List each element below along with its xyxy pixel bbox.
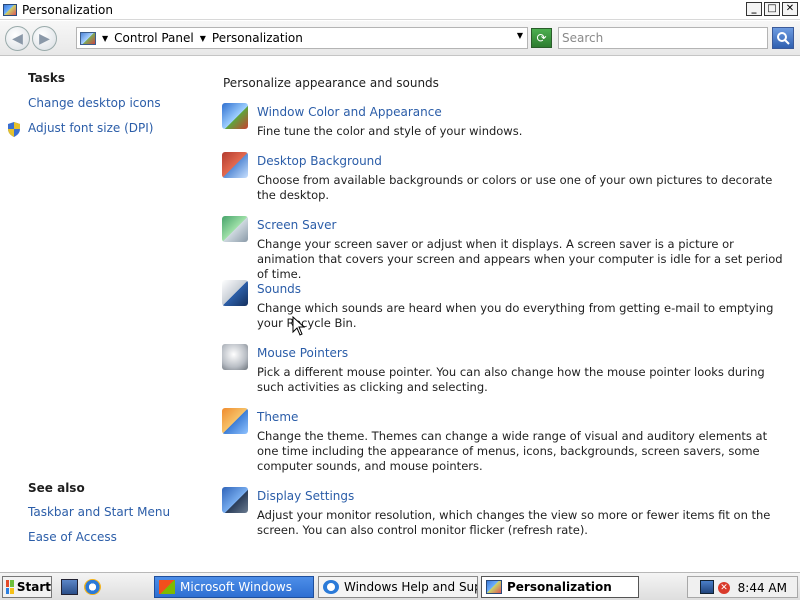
- search-icon: [777, 32, 790, 45]
- breadcrumb-chevron-icon[interactable]: ▼: [200, 34, 206, 43]
- help-icon: [323, 580, 339, 594]
- taskbar-item-label: Windows Help and Sup...: [344, 580, 477, 594]
- title-bar: Personalization _ □ ✕: [0, 0, 800, 20]
- page-heading: Personalize appearance and sounds: [223, 76, 439, 90]
- back-button[interactable]: ◀: [5, 26, 30, 51]
- search-input[interactable]: [558, 27, 768, 49]
- mouse-cursor-icon: [292, 316, 306, 336]
- mouse-pointers-link[interactable]: Mouse Pointers: [257, 346, 348, 360]
- screen-saver-icon: [222, 216, 248, 242]
- theme-icon: [222, 408, 248, 434]
- screen-saver-link[interactable]: Screen Saver: [257, 218, 336, 232]
- tasks-pane: Tasks Change desktop icons Adjust font s…: [0, 57, 205, 571]
- shield-icon: [8, 122, 20, 137]
- desktop-background-description: Choose from available backgrounds or col…: [257, 173, 773, 202]
- window-controls: _ □ ✕: [746, 2, 798, 16]
- minimize-button[interactable]: _: [746, 2, 762, 16]
- close-button[interactable]: ✕: [782, 2, 798, 16]
- ease-of-access-link[interactable]: Ease of Access: [28, 530, 117, 544]
- address-toolbar: ◀ ▶ ▼ Control Panel ▼ Personalization ▼ …: [0, 21, 800, 56]
- personalization-app-icon: [3, 3, 17, 16]
- taskbar-item-label: Personalization: [507, 580, 612, 594]
- forward-arrow-icon: ▶: [39, 30, 50, 47]
- sounds-link[interactable]: Sounds: [257, 282, 301, 296]
- change-desktop-icons-link[interactable]: Change desktop icons: [28, 96, 161, 110]
- display-settings-icon: [222, 487, 248, 513]
- taskbar-item-windows-help[interactable]: Windows Help and Sup...: [318, 576, 478, 598]
- network-icon[interactable]: [700, 580, 714, 594]
- forward-button[interactable]: ▶: [32, 26, 57, 51]
- refresh-icon: ⟳: [536, 31, 547, 45]
- tasks-heading: Tasks: [28, 71, 66, 85]
- maximize-button[interactable]: □: [764, 2, 780, 16]
- taskbar-item-microsoft-windows[interactable]: Microsoft Windows: [154, 576, 314, 598]
- breadcrumb-control-panel[interactable]: Control Panel: [114, 31, 194, 45]
- sounds-description: Change which sounds are heard when you d…: [257, 301, 774, 330]
- window-color-link[interactable]: Window Color and Appearance: [257, 105, 442, 119]
- back-arrow-icon: ◀: [12, 30, 23, 47]
- taskbar: Start Microsoft Windows Windows Help and…: [0, 572, 800, 600]
- control-panel-icon: [80, 31, 96, 45]
- start-button[interactable]: Start: [2, 576, 52, 598]
- window-title: Personalization: [22, 2, 113, 17]
- see-also-heading: See also: [28, 481, 85, 495]
- clock[interactable]: 8:44 AM: [738, 581, 787, 595]
- mouse-icon: [222, 344, 248, 370]
- breadcrumb-personalization[interactable]: Personalization: [212, 31, 303, 45]
- search-button[interactable]: [772, 27, 794, 49]
- show-desktop-icon[interactable]: [61, 579, 78, 595]
- window-color-icon: [222, 103, 248, 129]
- window-color-description: Fine tune the color and style of your wi…: [257, 124, 523, 138]
- breadcrumb-chevron-icon[interactable]: ▼: [102, 34, 108, 43]
- theme-description: Change the theme. Themes can change a wi…: [257, 429, 768, 473]
- adjust-font-size-link[interactable]: Adjust font size (DPI): [28, 121, 153, 135]
- sounds-icon: [222, 280, 248, 306]
- windows-logo-icon: [6, 580, 14, 594]
- refresh-button[interactable]: ⟳: [531, 28, 552, 48]
- taskbar-item-personalization[interactable]: Personalization: [481, 576, 639, 598]
- security-alert-icon[interactable]: ✕: [718, 582, 730, 594]
- display-settings-link[interactable]: Display Settings: [257, 489, 354, 503]
- display-settings-description: Adjust your monitor resolution, which ch…: [257, 508, 771, 537]
- main-content: Personalize appearance and sounds Window…: [205, 57, 800, 571]
- window-icon: [159, 580, 175, 594]
- personalization-icon: [486, 580, 502, 594]
- mouse-pointers-description: Pick a different mouse pointer. You can …: [257, 365, 765, 394]
- taskbar-and-start-menu-link[interactable]: Taskbar and Start Menu: [28, 505, 170, 519]
- theme-link[interactable]: Theme: [257, 410, 298, 424]
- address-dropdown-icon[interactable]: ▼: [517, 31, 523, 40]
- address-field[interactable]: ▼ Control Panel ▼ Personalization ▼: [76, 27, 528, 49]
- start-label: Start: [16, 580, 51, 594]
- screen-saver-description: Change your screen saver or adjust when …: [257, 237, 783, 281]
- desktop-background-icon: [222, 152, 248, 178]
- internet-explorer-icon[interactable]: [84, 579, 101, 595]
- taskbar-item-label: Microsoft Windows: [180, 580, 292, 594]
- system-tray: ✕ 8:44 AM: [687, 576, 798, 598]
- desktop-background-link[interactable]: Desktop Background: [257, 154, 382, 168]
